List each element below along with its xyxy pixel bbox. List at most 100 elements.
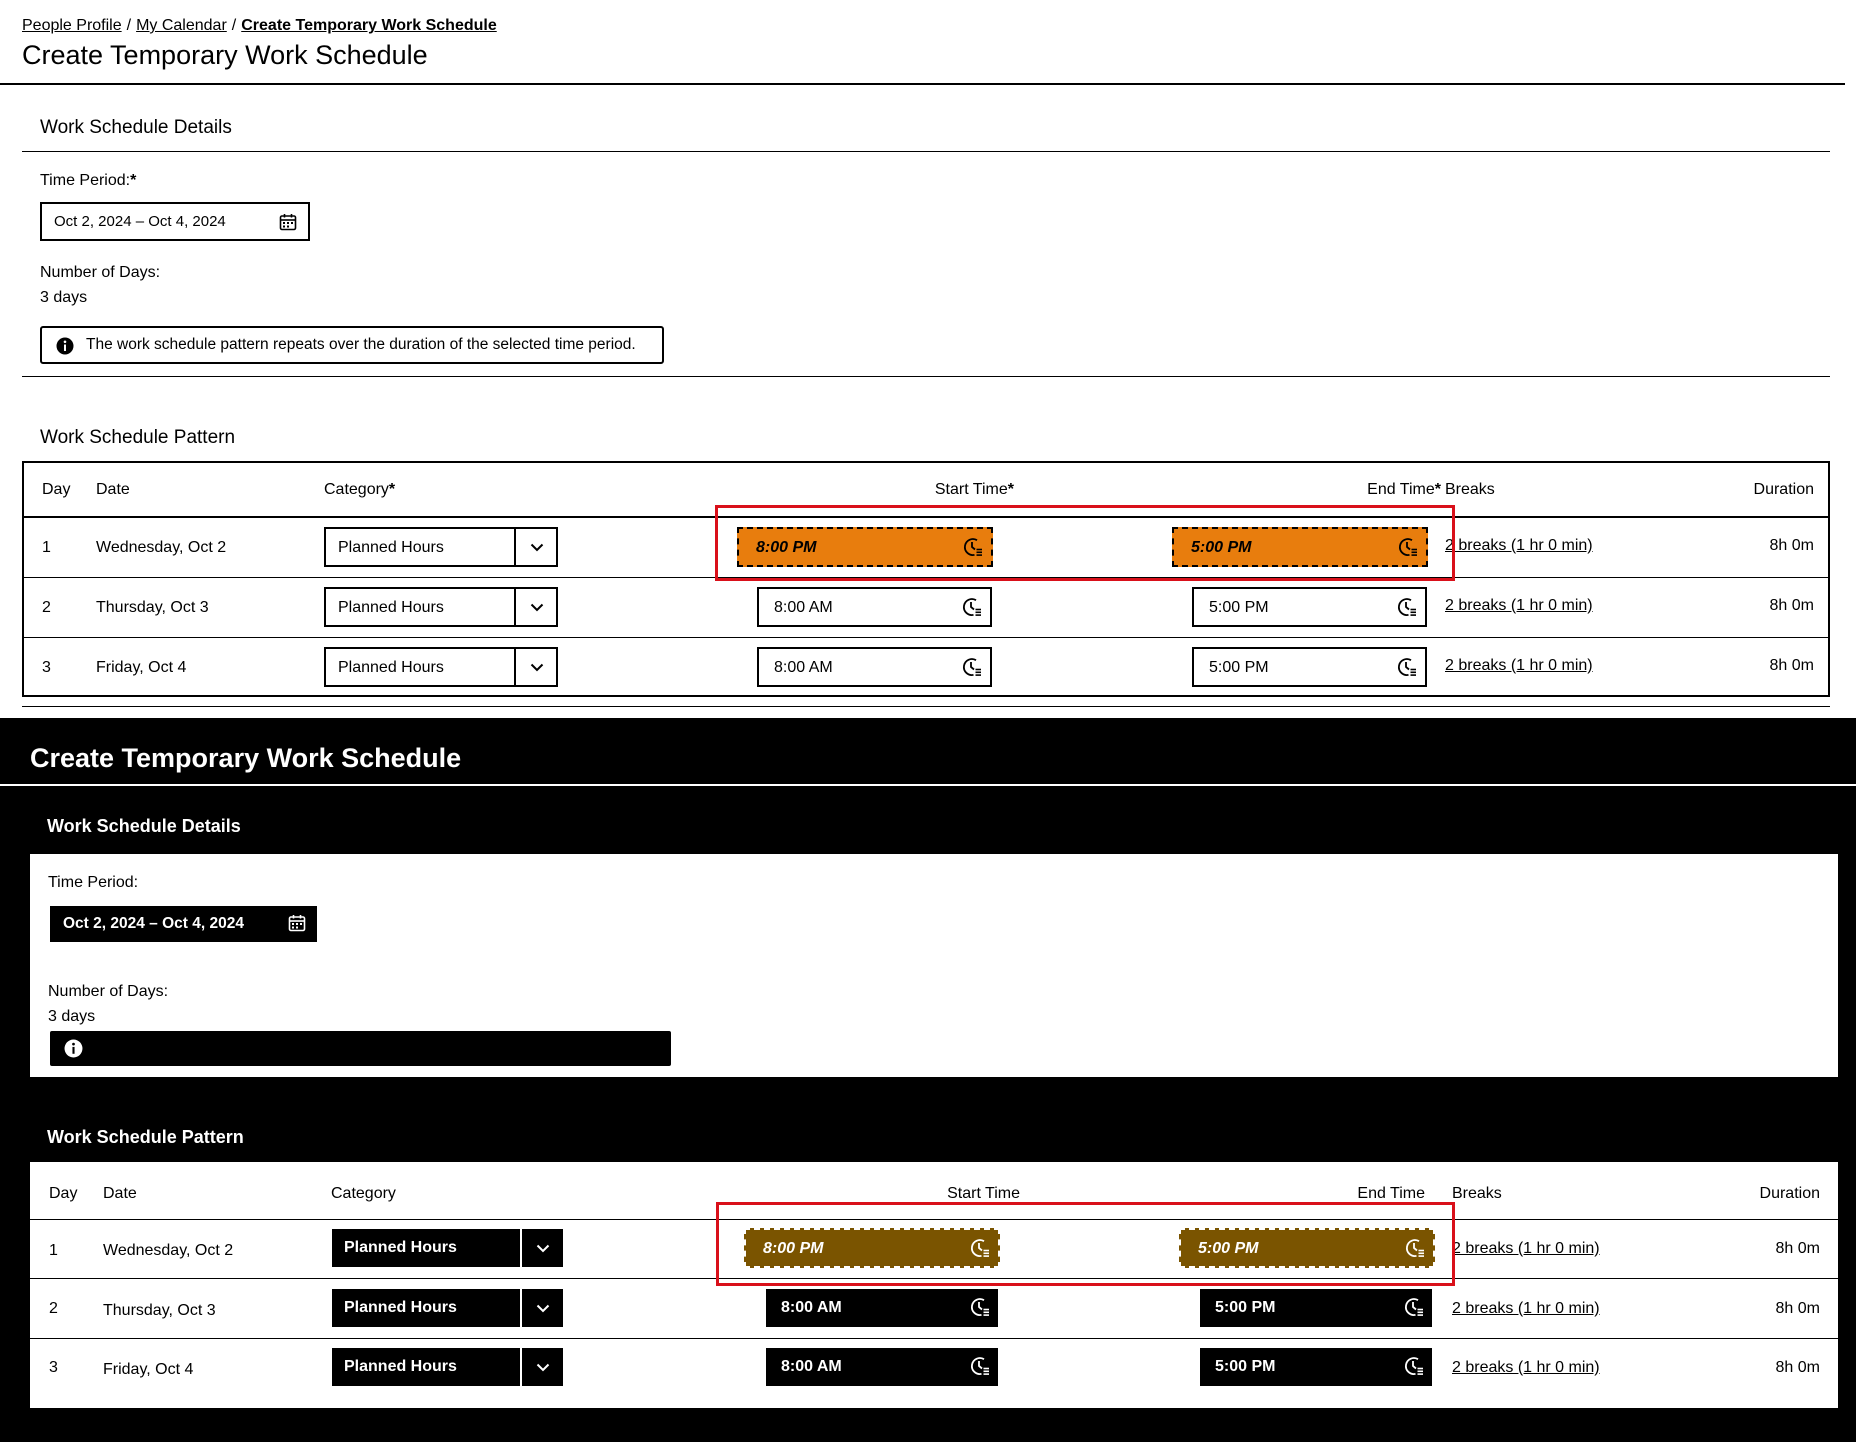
header-divider (0, 83, 1845, 85)
category-select[interactable]: Planned Hours (332, 1348, 563, 1386)
breaks-link[interactable]: 2 breaks (1 hr 0 min) (1452, 1240, 1600, 1258)
column-header-start-time: Start Time* (934, 481, 1014, 498)
clock-icon[interactable] (962, 657, 982, 677)
row-duration: 8h 0m (1775, 1240, 1820, 1257)
row-date: Wednesday, Oct 2 (103, 1242, 234, 1259)
calendar-icon[interactable] (279, 213, 297, 231)
breaks-link[interactable]: 2 breaks (1 hr 0 min) (1452, 1359, 1600, 1377)
calendar-icon[interactable] (288, 914, 306, 932)
page-title: Create Temporary Work Schedule (22, 40, 428, 70)
row-duration: 8h 0m (1769, 657, 1814, 674)
chevron-down-icon[interactable] (520, 1348, 563, 1386)
chevron-down-icon[interactable] (520, 1229, 563, 1267)
breaks-link[interactable]: 2 breaks (1 hr 0 min) (1445, 537, 1593, 555)
start-time-input[interactable]: 8:00 AM (766, 1289, 998, 1327)
end-time-input[interactable]: 5:00 PM (1192, 587, 1427, 627)
breaks-link[interactable]: 2 breaks (1 hr 0 min) (1445, 597, 1593, 615)
breadcrumb-link-my-calendar[interactable]: My Calendar (136, 17, 227, 34)
end-time-input[interactable]: 5:00 PM (1200, 1289, 1432, 1327)
start-time-value: 8:00 AM (774, 599, 833, 616)
row-duration: 8h 0m (1769, 537, 1814, 554)
time-period-input[interactable]: Oct 2, 2024 – Oct 4, 2024 (50, 906, 317, 942)
start-time-value: 8:00 AM (781, 1299, 842, 1316)
header-divider (0, 784, 1856, 786)
breadcrumb-current[interactable]: Create Temporary Work Schedule (241, 17, 497, 34)
clock-icon[interactable] (970, 1356, 990, 1376)
clock-icon[interactable] (1397, 657, 1417, 677)
category-value: Planned Hours (344, 1358, 457, 1375)
column-header-duration: Duration (1759, 1185, 1820, 1202)
days-value: 3 days (40, 289, 88, 306)
high-contrast-theme-view: Create Temporary Work Schedule Work Sche… (0, 718, 1856, 1442)
row-separator (30, 1338, 1838, 1339)
clock-icon[interactable] (962, 597, 982, 617)
column-header-day: Day (49, 1185, 78, 1202)
category-select[interactable]: Planned Hours (332, 1229, 563, 1267)
info-icon (64, 1039, 83, 1058)
column-header-start-time: Start Time (947, 1185, 1020, 1202)
category-select[interactable]: Planned Hours (324, 527, 558, 567)
section-divider (22, 376, 1830, 377)
chevron-down-icon[interactable] (514, 527, 558, 567)
clock-icon[interactable] (1397, 597, 1417, 617)
start-time-input[interactable]: 8:00 AM (757, 647, 992, 687)
category-value: Planned Hours (338, 539, 444, 556)
details-panel: Time Period: Oct 2, 2024 – Oct 4, 2024 N… (30, 854, 1838, 1077)
row-duration: 8h 0m (1775, 1300, 1820, 1317)
row-date: Thursday, Oct 3 (96, 599, 209, 616)
column-header-breaks: Breaks (1452, 1185, 1502, 1202)
breaks-link[interactable]: 2 breaks (1 hr 0 min) (1452, 1300, 1600, 1318)
chevron-down-icon[interactable] (514, 647, 558, 687)
category-value: Planned Hours (338, 599, 444, 616)
end-time-input[interactable]: 5:00 PM (1192, 647, 1427, 687)
row-day: 3 (49, 1359, 58, 1376)
required-marker: * (130, 172, 137, 189)
time-period-label: Time Period: (48, 874, 139, 891)
column-header-day: Day (42, 481, 71, 498)
category-value: Planned Hours (344, 1239, 457, 1256)
column-header-duration: Duration (1753, 481, 1814, 498)
annotation-highlight-box (715, 505, 1455, 581)
chevron-down-icon[interactable] (514, 587, 558, 627)
time-period-label: Time Period:* (40, 172, 137, 189)
row-day: 2 (42, 599, 51, 616)
annotation-highlight-box (716, 1202, 1455, 1286)
breaks-link[interactable]: 2 breaks (1 hr 0 min) (1445, 657, 1593, 675)
category-select[interactable]: Planned Hours (324, 587, 558, 627)
required-marker: * (1007, 481, 1014, 498)
clock-icon[interactable] (970, 1297, 990, 1317)
row-date: Friday, Oct 4 (96, 659, 187, 676)
section-title-details: Work Schedule Details (40, 117, 232, 138)
row-date: Thursday, Oct 3 (103, 1302, 216, 1319)
clock-icon[interactable] (1404, 1356, 1424, 1376)
info-strip: The work schedule pattern repeats over t… (40, 326, 664, 364)
row-date: Friday, Oct 4 (103, 1361, 194, 1378)
chevron-down-icon[interactable] (520, 1289, 563, 1327)
category-select[interactable]: Planned Hours (332, 1289, 563, 1327)
row-duration: 8h 0m (1775, 1359, 1820, 1376)
start-time-input[interactable]: 8:00 AM (766, 1348, 998, 1386)
row-day: 2 (49, 1300, 58, 1317)
clock-icon[interactable] (1404, 1297, 1424, 1317)
section-title-pattern: Work Schedule Pattern (40, 427, 236, 448)
breadcrumb-separator: / (126, 17, 132, 34)
start-time-value: 8:00 AM (781, 1358, 842, 1375)
row-separator (24, 637, 1828, 638)
end-time-value: 5:00 PM (1215, 1358, 1276, 1375)
end-time-value: 5:00 PM (1209, 599, 1269, 616)
required-marker: * (388, 481, 396, 498)
column-header-end-time: End Time* (1367, 481, 1441, 498)
section-title-pattern: Work Schedule Pattern (47, 1127, 244, 1147)
category-select[interactable]: Planned Hours (324, 647, 558, 687)
end-time-input[interactable]: 5:00 PM (1200, 1348, 1432, 1386)
breadcrumb-link-people-profile[interactable]: People Profile (22, 17, 122, 34)
info-icon (56, 337, 74, 355)
time-period-input[interactable]: Oct 2, 2024 – Oct 4, 2024 (40, 202, 310, 241)
column-header-end-time: End Time (1357, 1185, 1425, 1202)
end-time-value: 5:00 PM (1209, 659, 1269, 676)
start-time-input[interactable]: 8:00 AM (757, 587, 992, 627)
days-value: 3 days (48, 1008, 96, 1025)
breadcrumb: People Profile / My Calendar / Create Tempor… (22, 17, 497, 35)
days-label: Number of Days: (40, 264, 161, 281)
page-title: Create Temporary Work Schedule (30, 743, 462, 773)
